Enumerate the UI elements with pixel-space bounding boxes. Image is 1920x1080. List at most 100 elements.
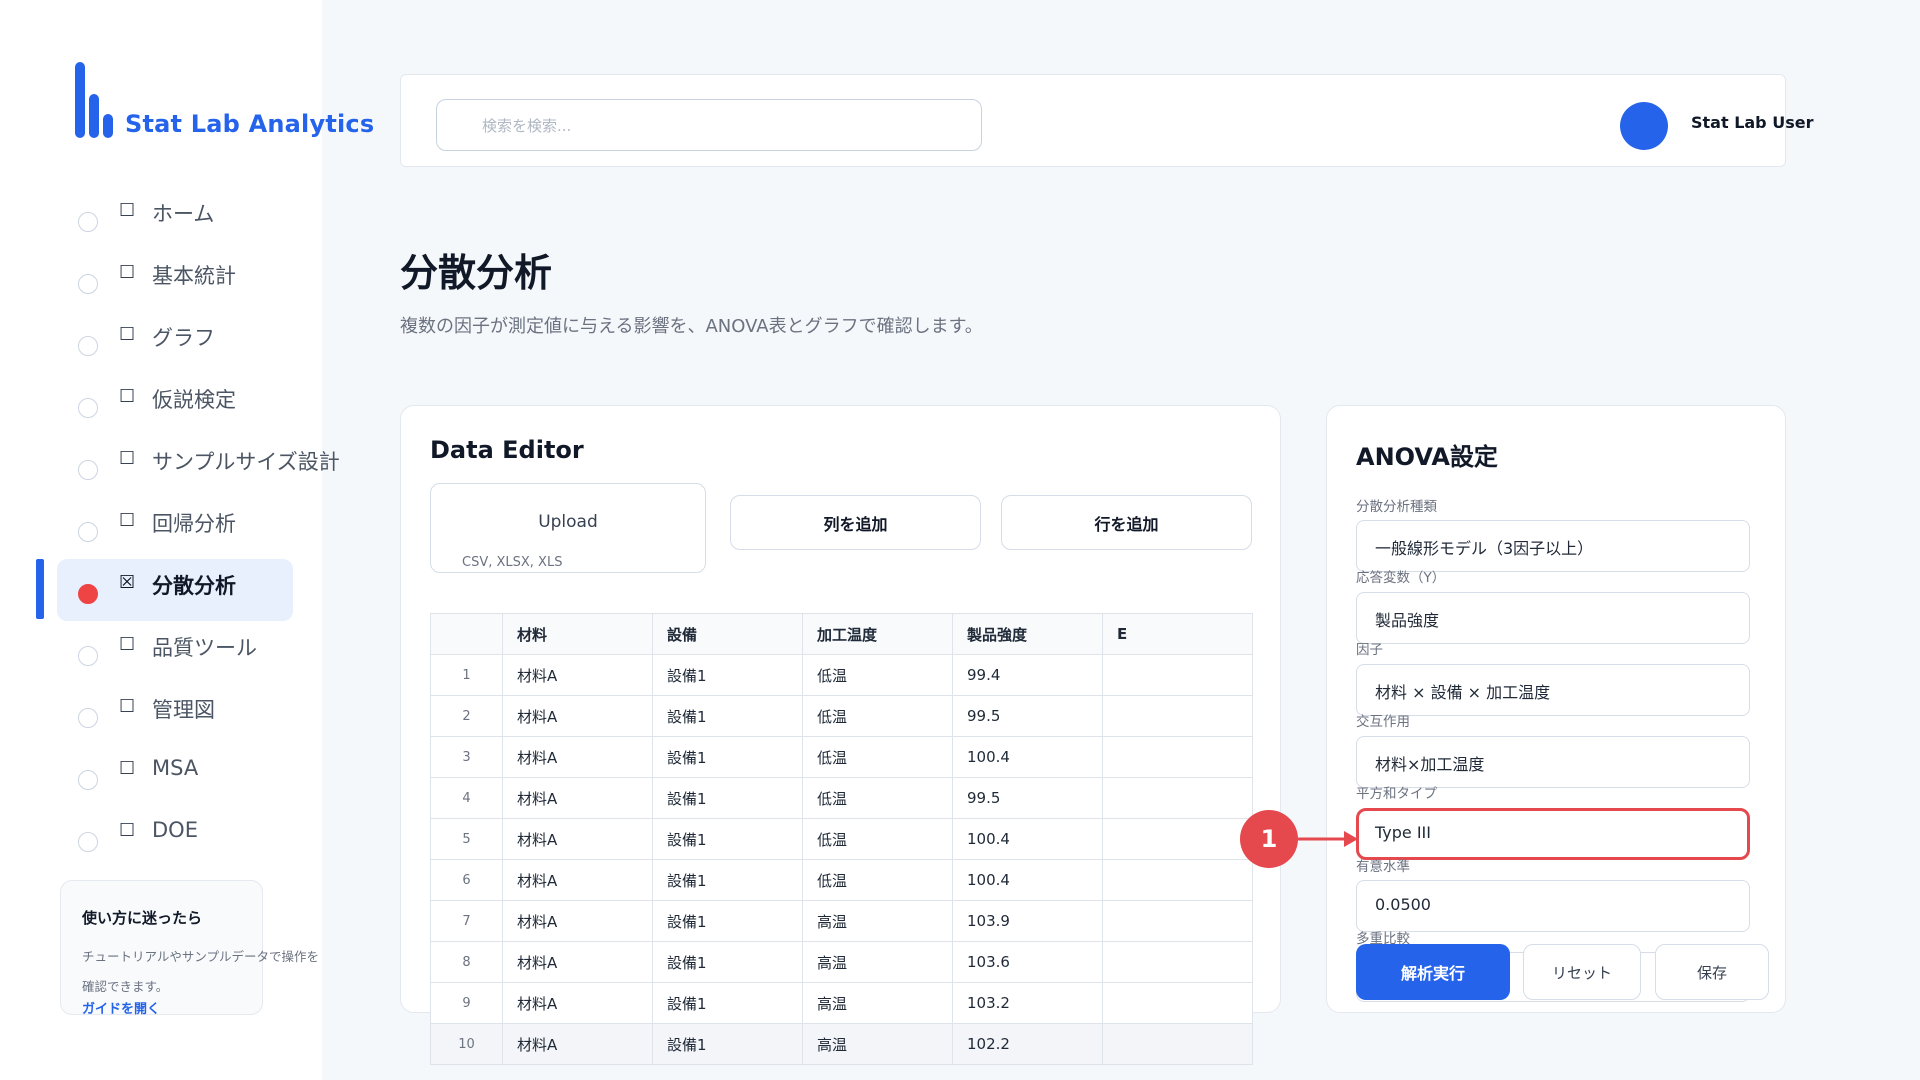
- table-cell[interactable]: 高温: [802, 1023, 953, 1065]
- table-cell[interactable]: 材料A: [502, 941, 653, 983]
- table-cell[interactable]: 材料A: [502, 736, 653, 778]
- table-cell[interactable]: 材料A: [502, 654, 653, 696]
- table-cell[interactable]: 103.6: [952, 941, 1103, 983]
- table-cell[interactable]: 設備1: [652, 654, 803, 696]
- sidebar-item-anova[interactable]: ☒ 分散分析: [0, 559, 322, 622]
- radio-icon: [78, 708, 98, 728]
- sidebar-item-graph[interactable]: ☐ グラフ: [0, 312, 322, 374]
- table-cell[interactable]: 低温: [802, 736, 953, 778]
- table-cell[interactable]: 99.5: [952, 695, 1103, 737]
- avatar[interactable]: [1620, 102, 1668, 150]
- radio-icon: [78, 832, 98, 852]
- row-index: 8: [430, 941, 503, 983]
- field-label-interaction: 交互作用: [1356, 714, 1410, 730]
- sidebar-item-label: 分散分析: [152, 574, 236, 598]
- table-cell[interactable]: 100.4: [952, 736, 1103, 778]
- table-cell[interactable]: [1102, 859, 1253, 901]
- table-cell[interactable]: 材料A: [502, 900, 653, 942]
- column-header[interactable]: 材料: [502, 613, 653, 655]
- table-cell[interactable]: [1102, 736, 1253, 778]
- user-name[interactable]: Stat Lab User: [1691, 113, 1813, 132]
- table-cell[interactable]: 高温: [802, 982, 953, 1024]
- column-header[interactable]: E: [1102, 613, 1253, 655]
- response-variable-select[interactable]: 製品強度: [1356, 592, 1750, 644]
- guide-link[interactable]: ガイドを開く: [82, 998, 262, 1017]
- table-cell[interactable]: 99.4: [952, 654, 1103, 696]
- interaction-select[interactable]: 材料×加工温度: [1356, 736, 1750, 788]
- table-cell[interactable]: 高温: [802, 941, 953, 983]
- sidebar-item-msa[interactable]: ☐ MSA: [0, 746, 322, 808]
- table-cell[interactable]: 低温: [802, 695, 953, 737]
- table-cell[interactable]: 材料A: [502, 695, 653, 737]
- table-cell[interactable]: 材料A: [502, 818, 653, 860]
- table-row: 5 材料A 設備1 低温 100.4: [430, 818, 1253, 860]
- row-index: 9: [430, 982, 503, 1024]
- table-cell[interactable]: 材料A: [502, 859, 653, 901]
- table-cell[interactable]: 設備1: [652, 1023, 803, 1065]
- table-cell[interactable]: 低温: [802, 654, 953, 696]
- logo[interactable]: Stat Lab Analytics: [75, 62, 374, 138]
- sidebar-item-home[interactable]: ☐ ホーム: [0, 188, 322, 250]
- column-header[interactable]: 製品強度: [952, 613, 1103, 655]
- sidebar-item-quality-tools[interactable]: ☐ 品質ツール: [0, 622, 322, 684]
- radio-icon: [78, 212, 98, 232]
- table-cell[interactable]: 材料A: [502, 982, 653, 1024]
- table-cell[interactable]: 低温: [802, 859, 953, 901]
- significance-level-input[interactable]: 0.0500: [1356, 880, 1750, 932]
- row-index: 4: [430, 777, 503, 819]
- table-cell[interactable]: [1102, 1023, 1253, 1065]
- table-cell[interactable]: [1102, 777, 1253, 819]
- checkbox-icon: ☐: [119, 200, 136, 221]
- table-cell[interactable]: 材料A: [502, 1023, 653, 1065]
- table-cell[interactable]: [1102, 900, 1253, 942]
- table-cell[interactable]: 低温: [802, 777, 953, 819]
- table-cell[interactable]: 設備1: [652, 900, 803, 942]
- column-header[interactable]: 加工温度: [802, 613, 953, 655]
- sidebar-item-basic-stats[interactable]: ☐ 基本統計: [0, 250, 322, 312]
- reset-button[interactable]: リセット: [1523, 944, 1641, 1000]
- add-column-button[interactable]: 列を追加: [730, 495, 981, 550]
- table-cell[interactable]: 低温: [802, 818, 953, 860]
- save-button[interactable]: 保存: [1655, 944, 1769, 1000]
- table-cell[interactable]: 99.5: [952, 777, 1103, 819]
- table-cell[interactable]: [1102, 695, 1253, 737]
- brand-name: Stat Lab Analytics: [125, 110, 375, 138]
- table-cell[interactable]: 設備1: [652, 941, 803, 983]
- table-cell[interactable]: 材料A: [502, 777, 653, 819]
- checkbox-icon: ☒: [119, 572, 136, 593]
- ss-type-select[interactable]: Type III: [1356, 808, 1750, 860]
- table-row: 2 材料A 設備1 低温 99.5: [430, 695, 1253, 737]
- run-analysis-button[interactable]: 解析実行: [1356, 944, 1510, 1000]
- table-cell[interactable]: 100.4: [952, 818, 1103, 860]
- table-cell[interactable]: 102.2: [952, 1023, 1103, 1065]
- search-input[interactable]: 検索を検索...: [436, 99, 982, 151]
- table-cell[interactable]: 設備1: [652, 982, 803, 1024]
- factors-select[interactable]: 材料 × 設備 × 加工温度: [1356, 664, 1750, 716]
- table-cell[interactable]: 100.4: [952, 859, 1103, 901]
- table-cell[interactable]: 設備1: [652, 818, 803, 860]
- table-cell[interactable]: 高温: [802, 900, 953, 942]
- checkbox-icon: ☐: [119, 634, 136, 655]
- upload-button[interactable]: Upload CSV, XLSX, XLS: [430, 483, 706, 573]
- field-label-ss-type: 平方和タイプ: [1356, 786, 1437, 802]
- sidebar-item-regression[interactable]: ☐ 回帰分析: [0, 498, 322, 560]
- table-row: 6 材料A 設備1 低温 100.4: [430, 859, 1253, 901]
- table-cell[interactable]: [1102, 654, 1253, 696]
- anova-type-select[interactable]: 一般線形モデル（3因子以上）: [1356, 520, 1750, 572]
- table-cell[interactable]: 設備1: [652, 736, 803, 778]
- table-cell[interactable]: 103.9: [952, 900, 1103, 942]
- sidebar-item-sample-size[interactable]: ☐ サンプルサイズ設計: [0, 436, 340, 498]
- table-cell[interactable]: 設備1: [652, 777, 803, 819]
- table-cell[interactable]: 設備1: [652, 695, 803, 737]
- table-cell[interactable]: [1102, 941, 1253, 983]
- table-cell[interactable]: [1102, 982, 1253, 1024]
- table-cell[interactable]: 103.2: [952, 982, 1103, 1024]
- table-cell[interactable]: [1102, 818, 1253, 860]
- table-cell[interactable]: 設備1: [652, 859, 803, 901]
- sidebar-item-doe[interactable]: ☐ DOE: [0, 808, 322, 870]
- field-label-factors: 因子: [1356, 642, 1383, 658]
- sidebar-item-hypothesis-test[interactable]: ☐ 仮説検定: [0, 374, 322, 436]
- column-header[interactable]: 設備: [652, 613, 803, 655]
- add-row-button[interactable]: 行を追加: [1001, 495, 1252, 550]
- sidebar-item-control-chart[interactable]: ☐ 管理図: [0, 684, 322, 746]
